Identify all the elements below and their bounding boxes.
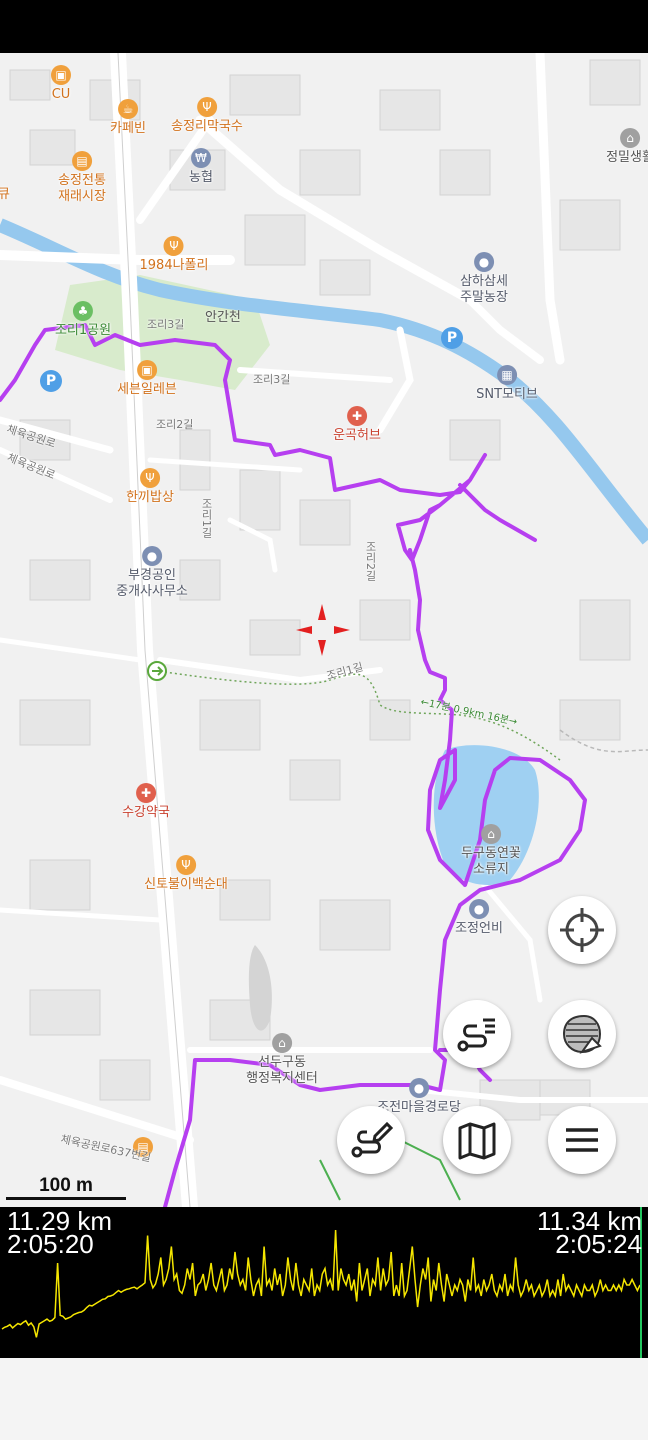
road-label: 조리2길: [364, 541, 377, 581]
poi-hall[interactable]: ● 조전마을경로당: [377, 1078, 461, 1116]
poi-label: 조리1공원: [54, 323, 112, 338]
poi-label: 선두구동 행정복지센터: [246, 1055, 318, 1086]
poi-label: 1984나폴리: [139, 258, 209, 273]
poi-center[interactable]: ⌂ 선두구동 행정복지센터: [246, 1033, 318, 1087]
building-icon: ▦: [497, 365, 517, 385]
road-label: 조리2길: [156, 418, 194, 431]
convenience-store-icon: ▣: [51, 65, 71, 85]
status-bar: [0, 0, 648, 53]
map-icon: [458, 1122, 496, 1160]
poi-label: 송정전통 재래시장: [58, 173, 106, 204]
poi-label: 농협: [189, 170, 213, 185]
restaurant-icon: Ψ: [164, 236, 184, 256]
map-button[interactable]: [443, 1106, 511, 1174]
government-icon: ⌂: [271, 1033, 292, 1053]
poi-q[interactable]: 큐: [0, 187, 10, 203]
main-road: [110, 53, 198, 1207]
market-icon: ▤: [72, 151, 92, 171]
poi-label: 송정리막국수: [171, 119, 243, 134]
road-label: 조리1길: [200, 498, 213, 538]
route-list-icon: [457, 1018, 495, 1052]
poi-sundae[interactable]: Ψ 신토불이백순대: [144, 855, 228, 893]
locate-button[interactable]: [548, 896, 616, 964]
poi-label: 카페빈: [110, 121, 146, 136]
map-view[interactable]: P P ▣ CU ☕ 카페빈 Ψ 송정리막국수 ▤ 송정전통 재래시장 ₩ 농협 Ψ 198…: [0, 53, 648, 1207]
poi-napoli[interactable]: Ψ 1984나폴리: [139, 236, 209, 274]
poi-snt[interactable]: ▦ SNT모티브: [476, 365, 538, 403]
poi-label: 조정언비: [455, 921, 503, 936]
pharmacy-icon: ✚: [136, 783, 156, 803]
poi-label: SNT모티브: [476, 387, 538, 402]
restaurant-icon: Ψ: [196, 97, 217, 117]
place-icon: ●: [474, 252, 494, 272]
poi-noodle[interactable]: Ψ 송정리막국수: [171, 97, 243, 135]
road-label: 조리3길: [147, 318, 185, 331]
layers-button[interactable]: [548, 1000, 616, 1068]
place-icon: ●: [408, 1078, 429, 1098]
hill: [248, 945, 272, 1031]
landmark-icon: ⌂: [481, 824, 501, 844]
menu-button[interactable]: [548, 1106, 616, 1174]
poi-bank[interactable]: ₩ 농협: [189, 148, 213, 186]
layers-icon: [562, 1014, 602, 1054]
poi-label: 세븐일레븐: [117, 382, 177, 397]
route-edit-button[interactable]: [337, 1106, 405, 1174]
bottom-area: [0, 1358, 648, 1440]
poi-label: 부경공인 중개사사무소: [116, 568, 188, 599]
scale-line: [6, 1197, 126, 1200]
road-label: 조리3길: [253, 373, 291, 386]
poi-herb[interactable]: ✚ 운곡허브: [333, 406, 381, 444]
poi-label: 큐: [0, 187, 10, 202]
landmark-icon: ⌂: [620, 128, 640, 148]
poi-label: 한끼밥상: [126, 490, 174, 505]
poi-seven[interactable]: ▣ 세븐일레븐: [117, 360, 177, 398]
route-list-button[interactable]: [443, 1000, 511, 1068]
poi-label: 신토불이백순대: [144, 877, 228, 892]
parking-icon: P: [441, 327, 463, 349]
parking-icon: P: [40, 370, 62, 392]
poi-realtor[interactable]: ● 부경공인 중개사사무소: [116, 546, 188, 600]
pharmacy-icon: ✚: [347, 406, 367, 426]
scale-label: 100 m: [39, 1175, 93, 1196]
poi-label: CU: [51, 87, 71, 102]
poi-label: 삼하삼세 주말농장: [460, 274, 508, 305]
poi-label: 운곡허브: [333, 428, 381, 443]
poi-pharm[interactable]: ✚ 수강약국: [122, 783, 170, 821]
poi-label: 수강약국: [122, 805, 170, 820]
restaurant-icon: Ψ: [175, 855, 196, 875]
poi-farm[interactable]: ● 삼하삼세 주말농장: [460, 252, 508, 306]
poi-cu[interactable]: ▣ CU: [51, 65, 71, 103]
poi-label: 두구동연꽃 소류지: [461, 846, 521, 877]
crosshair-icon: [560, 908, 604, 952]
restaurant-icon: Ψ: [140, 468, 160, 488]
poi-label: 정밀생활: [606, 150, 648, 165]
poi-hankki[interactable]: Ψ 한끼밥상: [126, 468, 174, 506]
poi-life[interactable]: ⌂ 정밀생활: [606, 128, 648, 166]
menu-icon: [566, 1128, 598, 1152]
cafe-icon: ☕: [117, 99, 138, 119]
place-icon: ●: [141, 546, 162, 566]
park-icon: ♣: [73, 301, 93, 321]
right-time: 2:05:24: [555, 1229, 642, 1259]
poi-cafe[interactable]: ☕ 카페빈: [110, 99, 146, 137]
poi-market[interactable]: ▤ 송정전통 재래시장: [58, 151, 106, 205]
poi-park[interactable]: ♣ 조리1공원: [55, 301, 111, 339]
left-time: 2:05:20: [7, 1229, 94, 1259]
crosshair-icon: [296, 604, 350, 656]
river-label: 안간천: [205, 310, 241, 325]
poi-pond[interactable]: ⌂ 두구동연꽃 소류지: [461, 824, 521, 878]
convenience-store-icon: ▣: [137, 360, 157, 380]
place-icon: ●: [469, 899, 489, 919]
route-edit-icon: [351, 1121, 393, 1158]
bank-icon: ₩: [190, 148, 211, 168]
elevation-line: [1, 1229, 641, 1338]
scale-bar: 100 m: [6, 1175, 126, 1200]
poi-monument[interactable]: ● 조정언비: [455, 899, 503, 937]
elevation-profile[interactable]: 11.29 km 2:05:20 11.34 km 2:05:24: [0, 1207, 648, 1358]
